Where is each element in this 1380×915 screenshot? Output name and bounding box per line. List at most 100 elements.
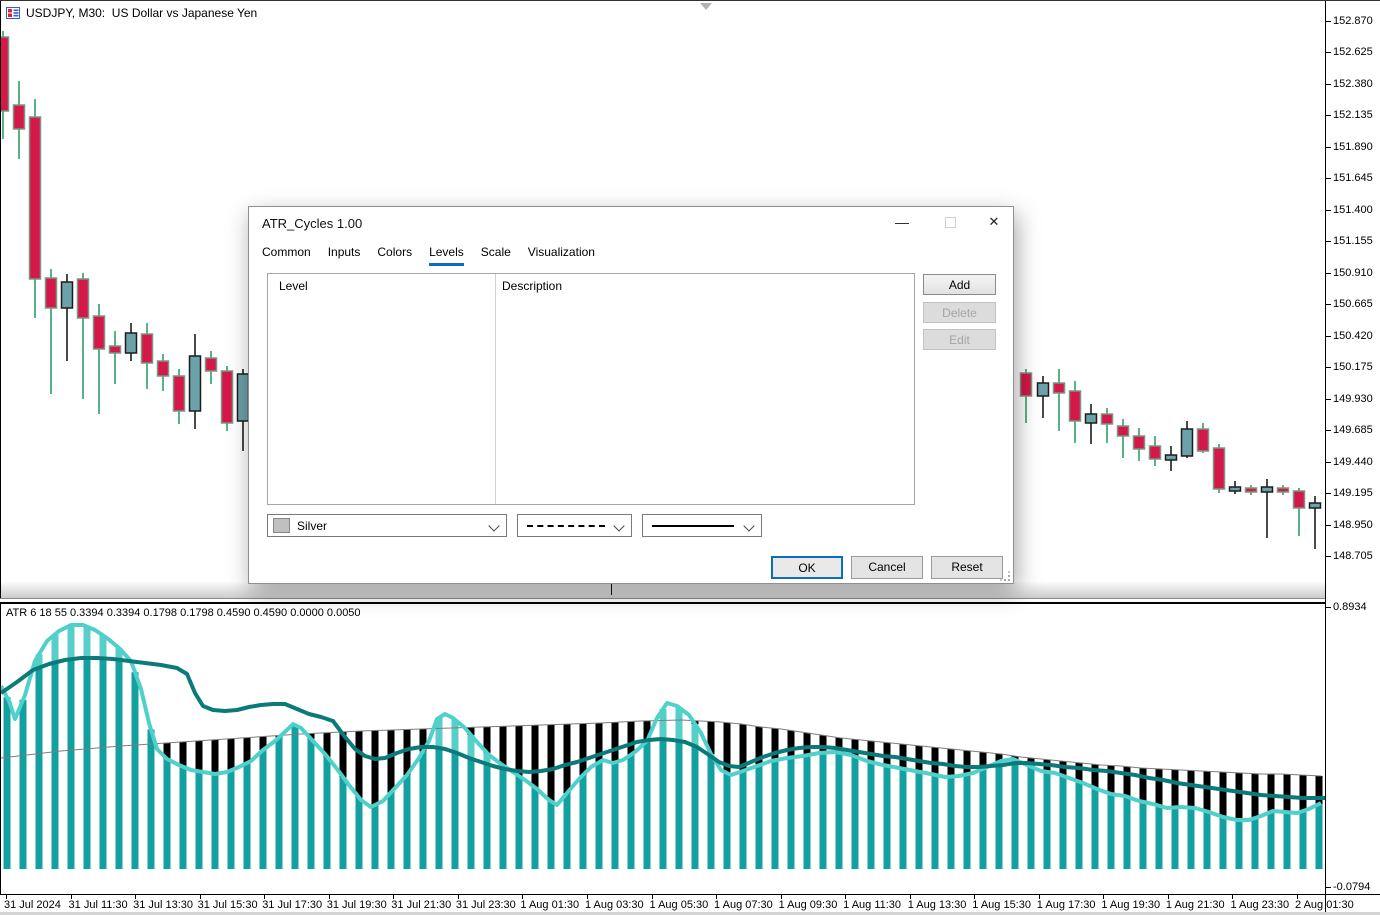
- price-tick: [1326, 335, 1331, 337]
- indicator-label: ATR 6 18 55 0.3394 0.3394 0.1798 0.1798 …: [6, 607, 361, 619]
- window-splitter[interactable]: [0, 582, 1325, 598]
- column-header-description[interactable]: Description: [502, 279, 562, 293]
- price-tick: [1326, 52, 1331, 54]
- minimize-icon[interactable]: —: [887, 207, 917, 237]
- price-label: 150.420: [1333, 329, 1373, 342]
- time-label: 31 Jul 15:30: [197, 899, 258, 911]
- dashed-line-preview: [527, 524, 605, 527]
- close-icon[interactable]: ✕: [979, 207, 1009, 237]
- tab-visualization[interactable]: Visualization: [528, 243, 595, 266]
- level-color-select[interactable]: Silver: [267, 514, 507, 537]
- price-label: 151.155: [1333, 235, 1373, 248]
- price-tick: [1326, 430, 1331, 432]
- reset-button[interactable]: Reset: [931, 556, 1003, 579]
- time-label: 1 Aug 13:30: [907, 899, 967, 911]
- price-tick: [1326, 115, 1331, 117]
- time-label: 31 Jul 2024: [4, 899, 61, 911]
- dialog-title: ATR_Cycles 1.00: [262, 216, 363, 231]
- price-label: 150.665: [1333, 298, 1373, 311]
- price-tick: [1326, 304, 1331, 306]
- price-tick: [1326, 555, 1331, 557]
- level-style-select[interactable]: [517, 514, 632, 537]
- chart-icon: [6, 7, 20, 19]
- indicator-properties-dialog: ATR_Cycles 1.00 — ✕ Common Inputs Colors Le…: [248, 206, 1014, 584]
- time-label: 1 Aug 17:30: [1036, 899, 1096, 911]
- time-label: 1 Aug 07:30: [714, 899, 773, 911]
- ok-button[interactable]: OK: [771, 556, 843, 579]
- color-swatch: [273, 518, 290, 533]
- tab-colors[interactable]: Colors: [377, 243, 412, 266]
- indicator-panel: ATR 6 18 55 0.3394 0.3394 0.1798 0.1798 …: [0, 604, 1326, 894]
- price-tick: [1326, 21, 1331, 22]
- price-label: 152.870: [1333, 15, 1373, 27]
- price-tick: [1326, 398, 1331, 400]
- chart-window: USDJPY, M30: US Dollar vs Japanese Yen A…: [0, 0, 1380, 915]
- time-label: 1 Aug 23:30: [1230, 899, 1290, 911]
- time-axis[interactable]: 31 Jul 2024 31 Jul 11:30 31 Jul 13:30 31 Ju…: [0, 894, 1380, 912]
- column-separator[interactable]: [495, 274, 496, 504]
- price-label: 151.645: [1333, 172, 1373, 185]
- chevron-down-icon: [613, 520, 625, 532]
- price-label: 151.400: [1333, 203, 1373, 216]
- price-tick: [1326, 146, 1331, 148]
- time-label: 31 Jul 17:30: [262, 899, 323, 911]
- chevron-down-icon: [743, 520, 755, 532]
- price-tick: [1326, 367, 1331, 369]
- indicator-scale-tick: [1326, 607, 1331, 608]
- cancel-button[interactable]: Cancel: [851, 556, 923, 579]
- chart-title: USDJPY, M30: US Dollar vs Japanese Yen: [26, 6, 258, 20]
- column-header-level[interactable]: Level: [279, 279, 308, 293]
- price-tick: [1326, 493, 1331, 495]
- price-label: 148.705: [1333, 549, 1373, 562]
- time-label: 31 Jul 21:30: [391, 899, 452, 911]
- edit-button: Edit: [923, 329, 996, 350]
- time-label: 1 Aug 09:30: [778, 899, 838, 911]
- time-label: 1 Aug 19:30: [1101, 899, 1161, 911]
- price-tick: [1326, 524, 1331, 526]
- price-label: 149.440: [1333, 455, 1373, 468]
- time-label: 1 Aug 01:30: [520, 899, 580, 911]
- price-label: 149.930: [1333, 392, 1373, 405]
- price-label: 152.625: [1333, 46, 1373, 59]
- time-label: 31 Jul 11:30: [68, 899, 128, 911]
- atr-indicator-chart[interactable]: [1, 604, 1326, 894]
- price-label: 150.175: [1333, 361, 1373, 374]
- time-label: 31 Jul 23:30: [455, 899, 516, 911]
- price-tick: [1326, 241, 1331, 243]
- add-button[interactable]: Add: [923, 274, 996, 295]
- tab-inputs[interactable]: Inputs: [328, 243, 361, 266]
- price-tick: [1326, 272, 1331, 274]
- resize-grip[interactable]: [999, 570, 1011, 582]
- dialog-tabs: Common Inputs Colors Levels Scale Visualizati…: [262, 243, 595, 266]
- time-label: 1 Aug 03:30: [584, 899, 644, 911]
- level-width-select[interactable]: [642, 514, 762, 537]
- price-label: 149.195: [1333, 487, 1373, 500]
- price-label: 148.950: [1333, 518, 1373, 531]
- levels-list[interactable]: Level Description: [267, 273, 915, 505]
- tab-scale[interactable]: Scale: [481, 243, 511, 266]
- time-label: 2 Aug 01:30: [1295, 899, 1354, 911]
- time-label: 1 Aug 21:30: [1165, 899, 1225, 911]
- splitter-tick: [611, 583, 612, 595]
- price-tick: [1326, 209, 1331, 211]
- chart-title-bar: USDJPY, M30: US Dollar vs Japanese Yen: [6, 6, 257, 20]
- delete-button: Delete: [923, 302, 996, 323]
- time-label: 1 Aug 15:30: [972, 899, 1031, 911]
- price-label: 152.380: [1333, 77, 1373, 90]
- solid-line-preview: [652, 524, 734, 527]
- price-label: 151.890: [1333, 140, 1373, 153]
- price-tick: [1326, 178, 1331, 180]
- maximize-icon: [935, 207, 965, 237]
- indicator-scale-label: 0.8934: [1333, 601, 1367, 613]
- tab-levels[interactable]: Levels: [429, 243, 464, 266]
- indicator-scale-label: -0.0794: [1333, 881, 1371, 893]
- indicator-scale-tick: [1326, 887, 1331, 888]
- tab-common[interactable]: Common: [262, 243, 311, 266]
- price-label: 150.910: [1333, 266, 1373, 279]
- price-label: 152.135: [1333, 109, 1373, 122]
- price-axis[interactable]: 152.870 152.625 152.380 152.135 151.890 151.6…: [1325, 1, 1380, 912]
- time-label: 1 Aug 11:30: [843, 899, 902, 911]
- price-label: 149.685: [1333, 424, 1373, 437]
- scroll-to-end-icon[interactable]: [700, 3, 712, 10]
- time-label: 1 Aug 05:30: [649, 899, 709, 911]
